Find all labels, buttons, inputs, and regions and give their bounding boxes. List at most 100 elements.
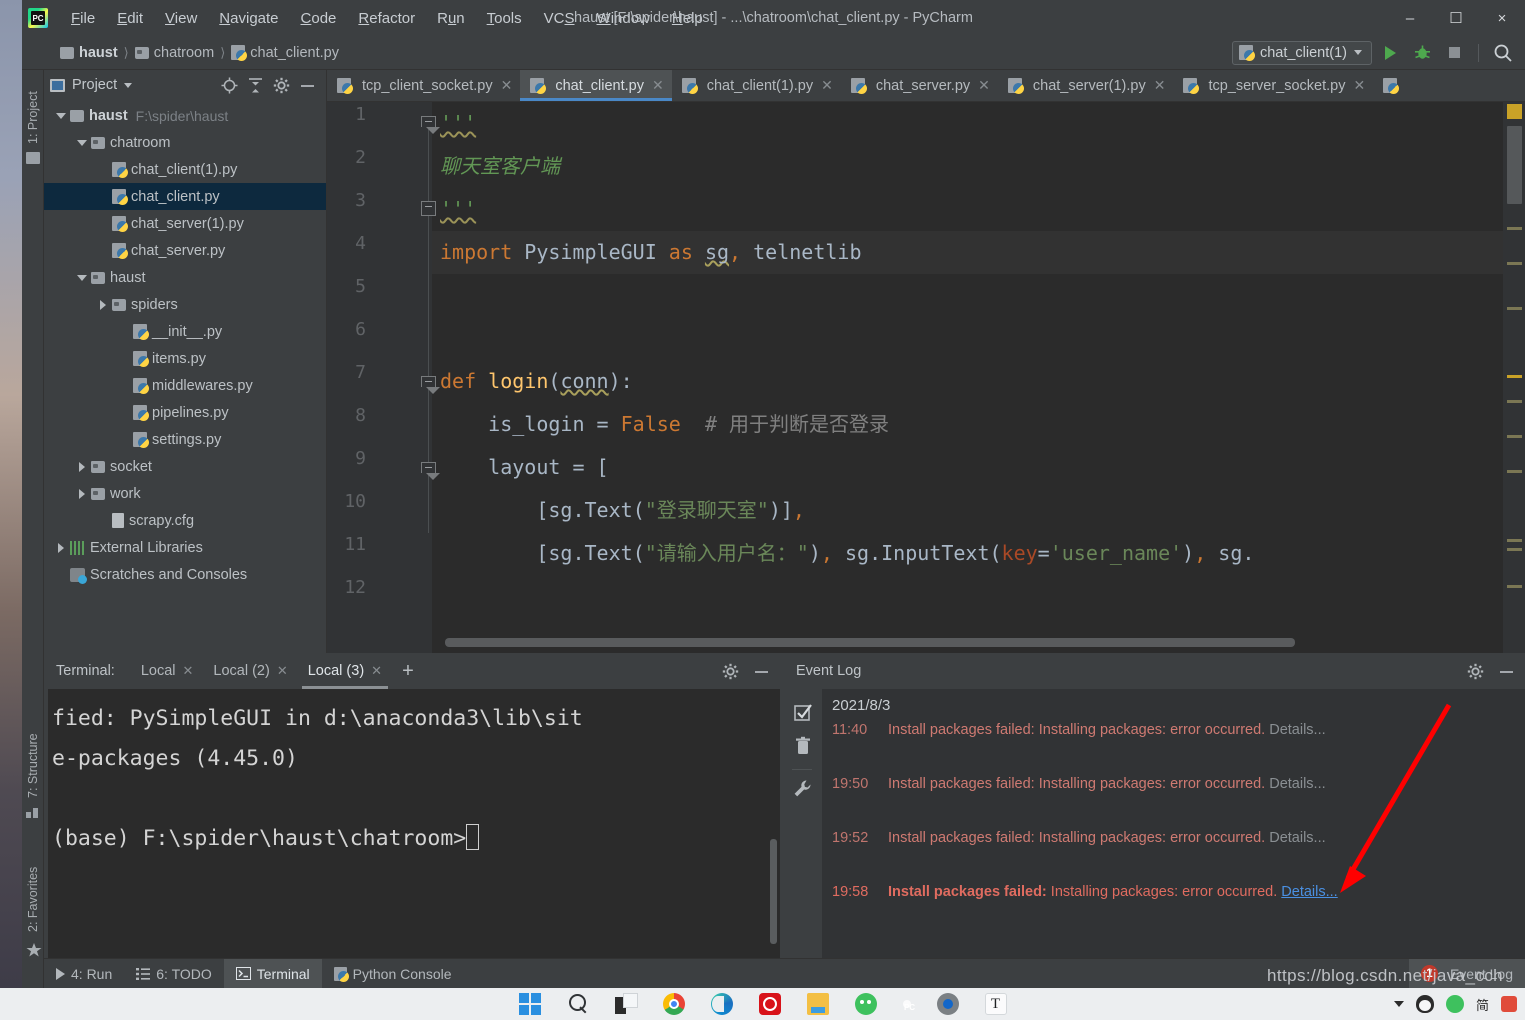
scrollbar-thumb[interactable] — [1507, 126, 1522, 204]
chevron-down-icon[interactable] — [73, 139, 91, 146]
tree-node[interactable]: chat_server(1).py — [44, 210, 326, 237]
editor-horizontal-scrollbar[interactable] — [445, 638, 1295, 647]
terminal-tab-local-2[interactable]: Local (2) ✕ — [203, 659, 297, 683]
task-view-icon[interactable] — [614, 993, 638, 1015]
tree-node[interactable]: chatroom — [44, 129, 326, 156]
pycharm-taskbar-button[interactable] — [902, 1000, 911, 1008]
menu-item-navigate[interactable]: Navigate — [208, 6, 289, 31]
search-everywhere-button[interactable] — [1489, 41, 1517, 65]
chevron-down-icon[interactable] — [73, 274, 91, 281]
tree-node[interactable]: work — [44, 480, 326, 507]
stripe-tab-project[interactable]: 1: Project — [22, 72, 44, 148]
edge-icon[interactable] — [710, 993, 733, 1015]
debug-button[interactable] — [1408, 41, 1436, 65]
stop-button[interactable] — [1440, 41, 1468, 65]
maximize-button[interactable]: ☐ — [1433, 0, 1479, 36]
code-editor[interactable]: 1 2 3 4 5 6 7 8 9 10 11 12 ''' 聊天室客户端 ''' import Py… — [327, 102, 1525, 653]
menu-item-edit[interactable]: Edit — [106, 6, 154, 31]
menu-item-window[interactable]: Window — [586, 6, 661, 31]
close-icon[interactable]: ✕ — [183, 663, 194, 679]
hide-panel-icon[interactable] — [753, 663, 770, 680]
settings-gear-icon[interactable] — [936, 993, 959, 1015]
menu-item-run[interactable]: Run — [426, 6, 476, 31]
editor-tab[interactable]: tcp_client_socket.py ✕ — [327, 70, 520, 101]
event-log-list[interactable]: 2021/8/3 11:40 Install packages failed: I… — [822, 689, 1525, 958]
tree-node[interactable]: __init__.py — [44, 318, 326, 345]
chevron-right-icon[interactable] — [52, 542, 70, 553]
new-terminal-button[interactable]: + — [392, 661, 424, 681]
close-icon[interactable]: ✕ — [821, 77, 833, 94]
stripe-tab-favorites[interactable]: 2: Favorites — [22, 840, 44, 936]
close-icon[interactable]: ✕ — [371, 663, 382, 679]
crosshair-icon[interactable] — [221, 77, 238, 94]
collapse-all-icon[interactable] — [247, 77, 264, 94]
wechat-tray-icon[interactable] — [1445, 995, 1464, 1013]
editor-tab[interactable]: tcp_server_socket.py ✕ — [1173, 70, 1373, 101]
show-hidden-icons-icon[interactable] — [1393, 1001, 1404, 1007]
event-log-details-link[interactable]: Details... — [1269, 830, 1325, 846]
breadcrumb-item-haust[interactable]: haust — [60, 45, 118, 61]
tree-node[interactable]: External Libraries — [44, 534, 326, 561]
close-icon[interactable]: ✕ — [1353, 77, 1365, 94]
tree-node[interactable]: scrapy.cfg — [44, 507, 326, 534]
close-icon[interactable]: ✕ — [277, 663, 288, 679]
hide-panel-icon[interactable] — [1498, 663, 1515, 680]
tree-node[interactable]: chat_client.py — [44, 183, 326, 210]
event-log-entry[interactable]: 19:58 Install packages failed: Installing… — [822, 884, 1525, 938]
terminal-output[interactable]: fied: PySimpleGUI in d:\anaconda3\lib\si… — [48, 689, 780, 958]
event-log-entry[interactable]: 19:52 Install packages failed: Installing… — [822, 830, 1525, 884]
editor-tab[interactable]: chat_client(1).py ✕ — [672, 70, 841, 101]
tree-node[interactable]: settings.py — [44, 426, 326, 453]
minimize-button[interactable]: – — [1387, 0, 1433, 36]
tree-node[interactable]: Scratches and Consoles — [44, 561, 326, 588]
stripe-tab-structure[interactable]: 7: Structure — [22, 710, 44, 802]
event-log-details-link[interactable]: Details... — [1269, 722, 1325, 738]
editor-marker-bar[interactable] — [1503, 102, 1525, 653]
menu-item-tools[interactable]: Tools — [476, 6, 533, 31]
mark-read-icon[interactable] — [793, 703, 813, 723]
tree-node[interactable]: items.py — [44, 345, 326, 372]
terminal-tab-local-3[interactable]: Local (3) ✕ — [298, 659, 392, 689]
menu-item-file[interactable]: File — [60, 6, 106, 31]
tree-node[interactable]: socket — [44, 453, 326, 480]
chevron-down-icon[interactable] — [52, 112, 70, 119]
close-icon[interactable]: ✕ — [1154, 77, 1166, 94]
breadcrumb-item-chat-client[interactable]: chat_client.py — [231, 45, 339, 61]
search-icon[interactable] — [567, 993, 589, 1015]
editor-tab[interactable]: chat_server.py ✕ — [841, 70, 998, 101]
event-log-entry[interactable]: 11:40 Install packages failed: Installing… — [822, 722, 1525, 776]
chevron-right-icon[interactable] — [73, 488, 91, 499]
netease-music-icon[interactable] — [758, 993, 781, 1015]
menu-item-refactor[interactable]: Refactor — [347, 6, 426, 31]
menu-item-code[interactable]: Code — [290, 6, 348, 31]
wechat-icon[interactable] — [854, 993, 877, 1015]
tree-node[interactable]: haust F:\spider\haust — [44, 102, 326, 129]
menu-item-help[interactable]: Help — [661, 6, 714, 31]
event-log-details-link[interactable]: Details... — [1269, 776, 1325, 792]
chevron-down-icon[interactable] — [124, 82, 133, 88]
chevron-right-icon[interactable] — [73, 461, 91, 472]
tree-node[interactable]: pipelines.py — [44, 399, 326, 426]
editor-gutter[interactable]: 1 2 3 4 5 6 7 8 9 10 11 12 — [327, 102, 440, 653]
ime-cn-icon[interactable]: 简 — [1476, 995, 1489, 1014]
status-item-todo[interactable]: 6: TODO — [124, 959, 224, 989]
event-log-entry[interactable]: 19:50 Install packages failed: Installing… — [822, 776, 1525, 830]
tree-node[interactable]: middlewares.py — [44, 372, 326, 399]
close-icon[interactable]: ✕ — [978, 77, 990, 94]
close-button[interactable]: × — [1479, 0, 1525, 36]
terminal-tab-local[interactable]: Local ✕ — [131, 659, 204, 683]
gear-icon[interactable] — [1467, 663, 1484, 680]
windows-start-icon[interactable] — [518, 993, 541, 1015]
tree-node[interactable]: chat_server.py — [44, 237, 326, 264]
hide-panel-icon[interactable] — [299, 77, 316, 94]
editor-tab[interactable]: chat_client.py ✕ — [520, 70, 673, 101]
run-configuration-selector[interactable]: chat_client(1) — [1231, 40, 1372, 65]
code-content[interactable]: ''' 聊天室客户端 ''' import PysimpleGUI as sg,… — [432, 102, 1525, 653]
event-log-details-link[interactable]: Details... — [1281, 884, 1337, 900]
run-button[interactable] — [1376, 41, 1404, 65]
red-app-icon[interactable] — [1501, 996, 1517, 1012]
trash-icon[interactable] — [793, 736, 813, 756]
typora-icon[interactable] — [984, 993, 1007, 1015]
status-item-python-console[interactable]: Python Console — [322, 959, 464, 989]
tree-node[interactable]: chat_client(1).py — [44, 156, 326, 183]
